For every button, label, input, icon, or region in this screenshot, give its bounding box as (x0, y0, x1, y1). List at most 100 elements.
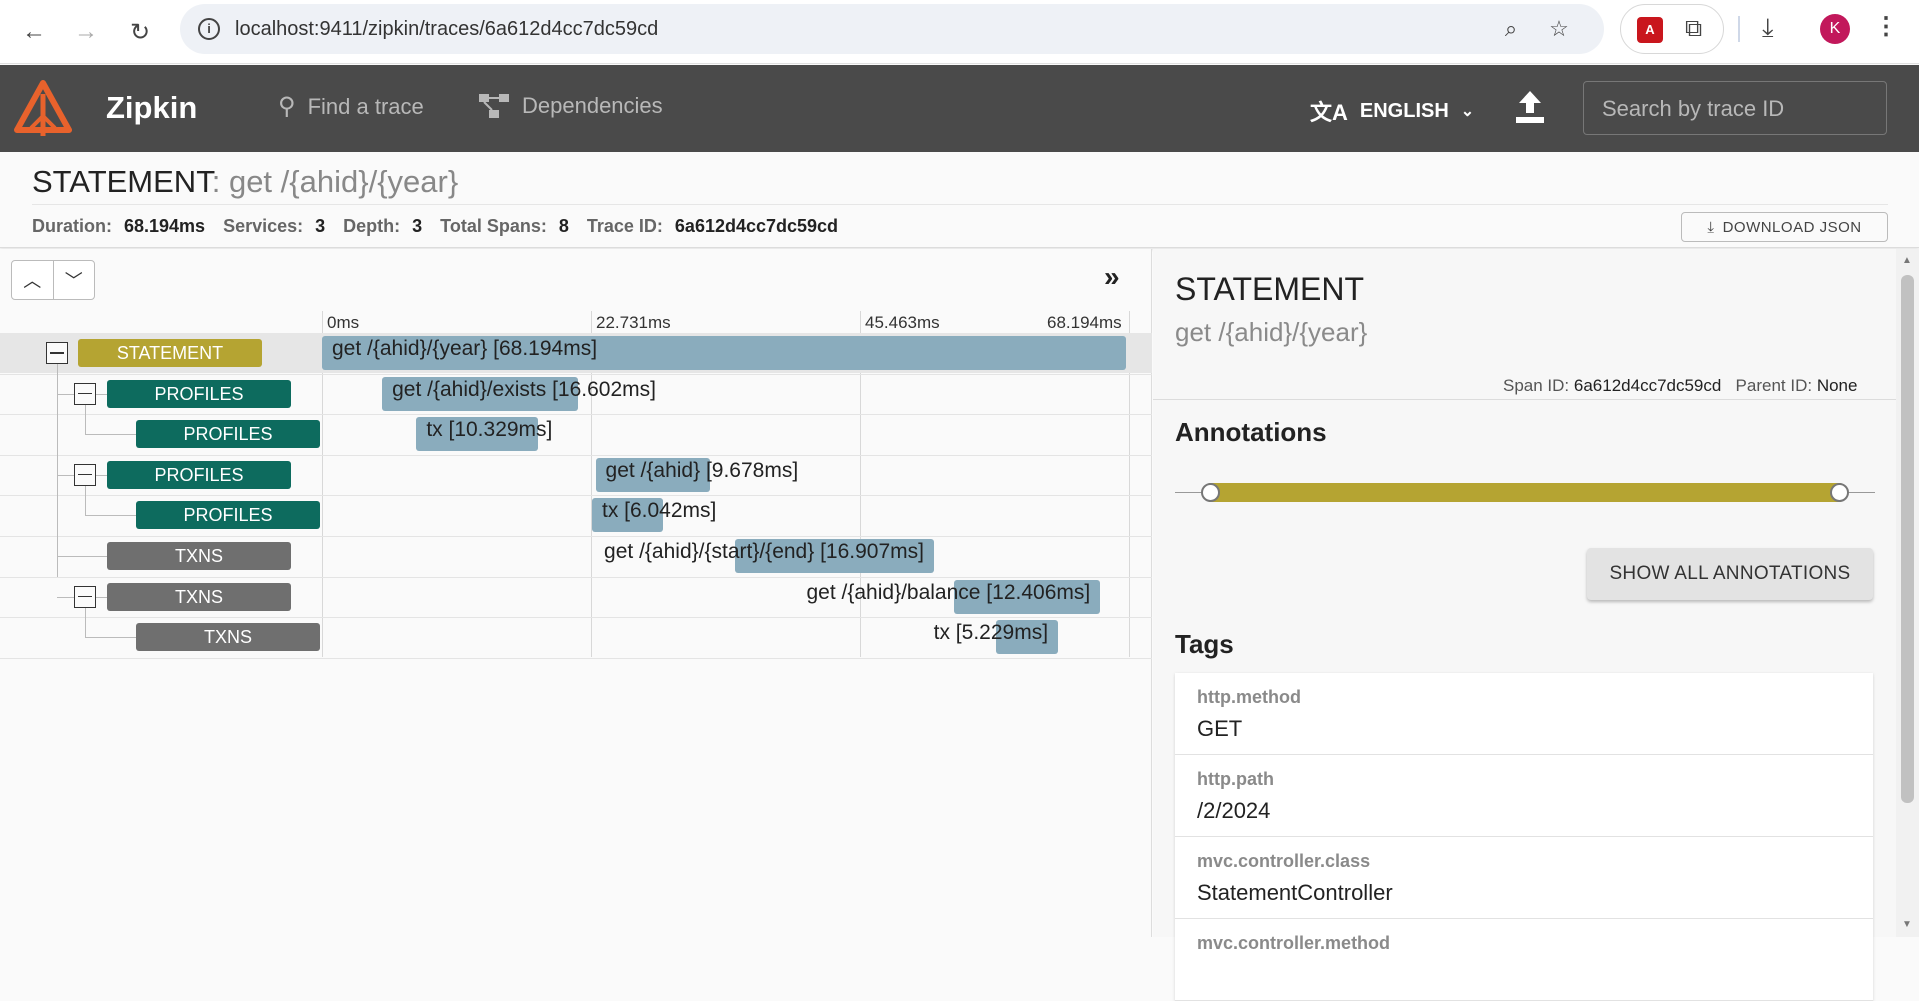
trace-stats: Duration: 68.194ms Services: 3 Depth: 3 Tot… (32, 216, 844, 237)
site-info-icon[interactable]: i (198, 18, 220, 40)
annotations-heading: Annotations (1175, 417, 1327, 447)
service-badge[interactable]: PROFILES (107, 379, 291, 408)
scroll-down-arrow-icon[interactable]: ▼ (1902, 919, 1912, 930)
collapse-all-button[interactable]: ︿ (12, 261, 53, 299)
nav-find-trace-label: Find a trace (307, 93, 424, 119)
tree-connector (85, 434, 136, 436)
trace-title: STATEMENT: get /{ahid}/{year} (32, 164, 458, 200)
bookmark-star-icon[interactable]: ☆ (1544, 14, 1574, 44)
tags-table: http.method GET http.path /2/2024 mvc.co… (1175, 673, 1873, 1001)
chevron-down-icon: ﹀ (64, 271, 83, 291)
service-badge[interactable]: TXNS (107, 582, 291, 611)
annotation-start-marker[interactable] (1201, 483, 1220, 502)
tag-key: mvc.controller.class (1197, 851, 1371, 871)
span-label: tx [10.329ms] (426, 418, 553, 442)
reload-icon[interactable]: ↻ (120, 12, 160, 52)
app-title[interactable]: Zipkin (106, 90, 197, 126)
row-divider (0, 657, 1152, 659)
stat-key: Depth: (343, 216, 401, 236)
annotation-end-marker[interactable] (1830, 483, 1849, 502)
expand-collapse-group: ︿ ﹀ (11, 260, 95, 300)
trace-root-service: STATEMENT (32, 164, 212, 199)
scroll-up-arrow-icon[interactable]: ▲ (1902, 255, 1912, 266)
span-detail-panel: STATEMENT get /{ahid}/{year} Span ID: 6a… (1153, 249, 1919, 1001)
tree-connector (57, 556, 107, 557)
service-badge[interactable]: STATEMENT (78, 339, 262, 367)
trace-id-search-input[interactable]: Search by trace ID (1583, 81, 1887, 135)
nav-find-trace[interactable]: ⚲ Find a trace (278, 92, 424, 121)
title-separator: : (211, 164, 221, 199)
tag-value: /2/2024 (1197, 798, 1271, 823)
nav-dependencies[interactable]: Dependencies (478, 92, 663, 120)
tree-connector (85, 485, 86, 516)
tree-connector (85, 607, 86, 638)
extensions-group: A ⧉ (1620, 4, 1724, 54)
zipkin-logo-icon[interactable] (14, 80, 72, 138)
language-label: ENGLISH (1359, 99, 1449, 122)
zoom-icon[interactable]: ⌕ (1496, 14, 1526, 44)
span-id-label: Span ID: (1503, 376, 1570, 395)
parent-id-value: None (1816, 376, 1858, 395)
tag-row: http.path /2/2024 (1175, 755, 1873, 837)
profile-avatar[interactable]: K (1820, 14, 1850, 44)
extensions-puzzle-icon[interactable]: ⧉ (1685, 15, 1702, 43)
tag-key: mvc.controller.method (1197, 933, 1391, 953)
back-arrow-icon[interactable]: ← (14, 12, 54, 52)
stat-value: 3 (315, 216, 326, 236)
tag-value: StatementController (1197, 880, 1393, 905)
collapse-toggle-icon[interactable] (74, 463, 96, 486)
translate-icon: 文A (1310, 100, 1348, 125)
stat-value: 68.194ms (124, 216, 206, 236)
tree-connector (57, 364, 58, 577)
url-text[interactable]: localhost:9411/zipkin/traces/6a612d4cc7d… (235, 18, 658, 41)
nav-dependencies-label: Dependencies (522, 93, 663, 118)
tag-row: mvc.controller.class StatementController (1175, 837, 1873, 919)
scroll-thumb[interactable] (1901, 275, 1914, 803)
toolbar-divider (1738, 16, 1740, 42)
trace-root-span: get /{ahid}/{year} (228, 164, 459, 199)
downloads-icon[interactable]: ⤓ (1762, 12, 1774, 44)
trace-timeline: ︿ ﹀ » 0ms 22.731ms 45.463ms 68.194ms STA… (0, 249, 1152, 937)
tag-key: http.method (1197, 687, 1301, 707)
address-bar[interactable]: i localhost:9411/zipkin/traces/6a612d4cc… (180, 4, 1604, 54)
collapse-toggle-icon[interactable] (74, 585, 96, 608)
show-all-annotations-button[interactable]: SHOW ALL ANNOTATIONS (1587, 548, 1873, 600)
span-label: get /{ahid} [9.678ms] (605, 458, 799, 482)
stat-key: Duration: (32, 216, 112, 236)
language-selector[interactable]: 文A ENGLISH ⌄ (1310, 95, 1474, 127)
span-label: tx [6.042ms] (601, 499, 717, 523)
span-service-name: STATEMENT (1175, 271, 1365, 307)
detail-scrollbar[interactable]: ▲ ▼ (1896, 249, 1919, 937)
expand-all-button[interactable]: ﹀ (52, 261, 95, 299)
span-ids: Span ID: 6a612d4cc7dc59cd Parent ID: Non… (1503, 376, 1857, 396)
tick-label: 0ms (327, 313, 360, 332)
browser-toolbar: ← → ↻ i localhost:9411/zipkin/traces/6a6… (0, 0, 1919, 64)
tree-connector (85, 637, 136, 639)
stat-key: Total Spans: (440, 216, 547, 236)
collapse-toggle-icon[interactable] (46, 342, 68, 364)
service-badge[interactable]: TXNS (107, 542, 291, 570)
span-label: get /{ahid}/exists [16.602ms] (392, 377, 656, 401)
pdf-extension-icon[interactable]: A (1637, 17, 1663, 43)
tick-label: 45.463ms (865, 313, 940, 332)
collapse-toggle-icon[interactable] (74, 382, 96, 405)
tag-row: mvc.controller.method (1175, 919, 1873, 1001)
upload-icon[interactable] (1514, 89, 1546, 125)
chevron-down-icon: ⌄ (1460, 103, 1475, 120)
span-label: get /{ahid}/balance [12.406ms] (806, 580, 1091, 604)
download-json-button[interactable]: ⤓ DOWNLOAD JSON (1681, 212, 1888, 242)
service-badge[interactable]: TXNS (136, 623, 320, 652)
detail-divider (1153, 399, 1919, 400)
annotation-span-bar (1209, 483, 1841, 502)
service-badge[interactable]: PROFILES (136, 501, 320, 530)
service-badge[interactable]: PROFILES (107, 460, 291, 489)
forward-arrow-icon[interactable]: → (66, 12, 106, 52)
collapse-detail-icon[interactable]: » (1104, 261, 1120, 293)
span-name: get /{ahid}/{year} (1175, 317, 1368, 347)
stat-value: 3 (412, 216, 423, 236)
service-badge[interactable]: PROFILES (136, 420, 320, 449)
span-id-value: 6a612d4cc7dc59cd (1573, 376, 1722, 395)
stat-value: 6a612d4cc7dc59cd (674, 216, 839, 236)
chevron-up-icon: ︿ (23, 271, 42, 291)
browser-menu-icon[interactable]: ⋮ (1874, 12, 1898, 41)
